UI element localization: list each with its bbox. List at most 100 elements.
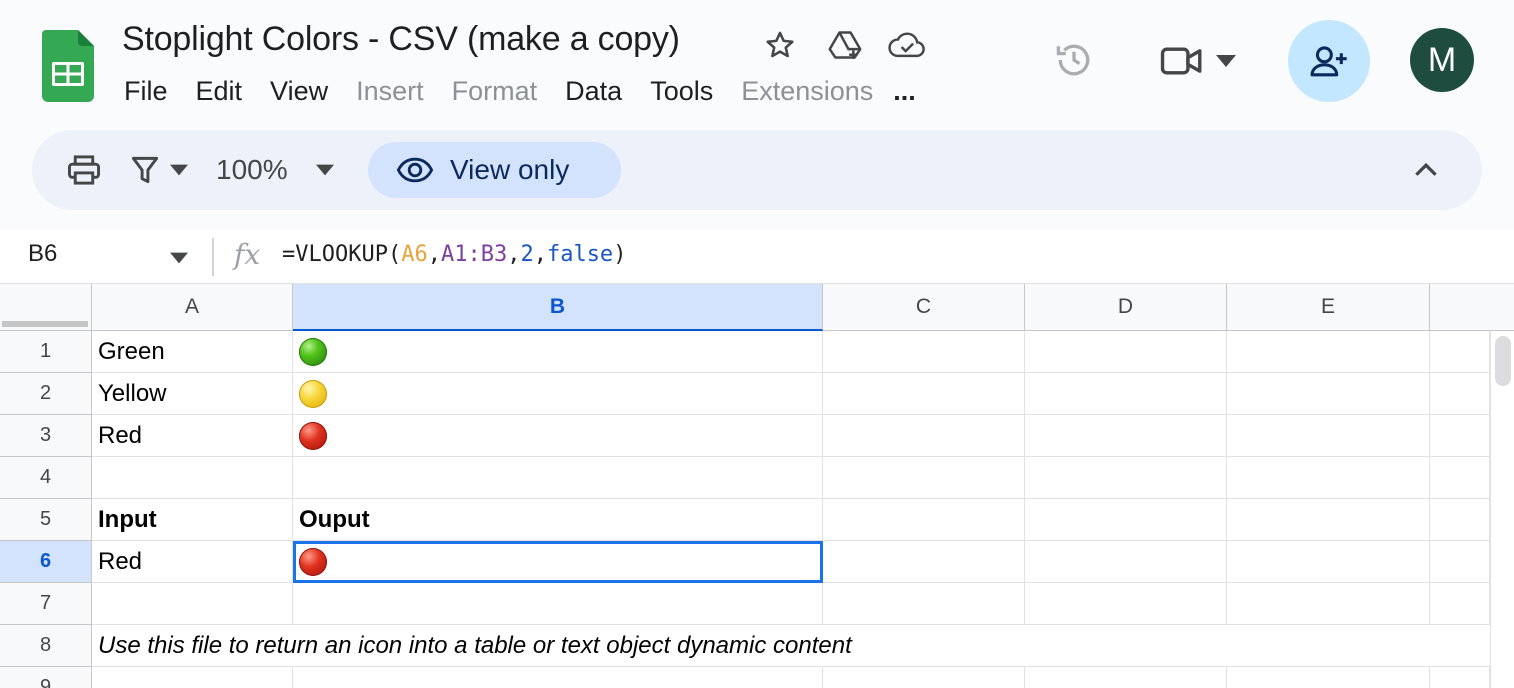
formula-part: A6 [401,242,428,267]
menu-edit[interactable]: Edit [182,76,257,107]
zoom-select[interactable]: 100% [216,150,334,190]
row-header-5[interactable]: 5 [0,499,92,541]
cell-e4[interactable] [1227,457,1430,499]
document-title[interactable]: Stoplight Colors - CSV (make a copy) [122,20,680,59]
row-header-7[interactable]: 7 [0,583,92,625]
scrollbar-header-spacer [1490,284,1514,331]
cell-e6[interactable] [1227,541,1430,583]
row-header-9[interactable]: 9 [0,667,92,688]
cell-e1[interactable] [1227,331,1430,373]
menu-data[interactable]: Data [551,76,636,107]
cell-d1[interactable] [1025,331,1227,373]
cell-d9[interactable] [1025,667,1227,688]
column-header-b[interactable]: B [293,284,823,331]
cell-b2[interactable] [293,373,823,415]
cell-d2[interactable] [1025,373,1227,415]
formula-part: , [507,242,521,267]
row-header-2[interactable]: 2 [0,373,92,415]
select-all-corner[interactable] [0,284,92,331]
cell-e5[interactable] [1227,499,1430,541]
column-header-e[interactable]: E [1227,284,1430,331]
cell-d4[interactable] [1025,457,1227,499]
cell-b1[interactable] [293,331,823,373]
column-header-d[interactable]: D [1025,284,1227,331]
cloud-saved-icon[interactable] [888,26,926,64]
formula-part: ) [613,242,627,267]
menu-view[interactable]: View [256,76,342,107]
cell-a4[interactable] [92,457,293,499]
column-header-f[interactable] [1430,284,1490,331]
cell-d7[interactable] [1025,583,1227,625]
cell-c5[interactable] [823,499,1025,541]
cell-c3[interactable] [823,415,1025,457]
cell-a9[interactable] [92,667,293,688]
cell-c9[interactable] [823,667,1025,688]
cell-a1[interactable]: Green [92,331,293,373]
cell-b6[interactable] [293,541,823,583]
cell-f6[interactable] [1430,541,1490,583]
cell-c7[interactable] [823,583,1025,625]
cell-b5[interactable]: Ouput [293,499,823,541]
row-header-8[interactable]: 8 [0,625,92,667]
menu-file[interactable]: File [110,76,182,107]
share-button[interactable] [1288,20,1370,102]
cell-a3[interactable]: Red [92,415,293,457]
cell-b9[interactable] [293,667,823,688]
toolbar: 100% View only [32,130,1482,210]
cell-c1[interactable] [823,331,1025,373]
cell-f5[interactable] [1430,499,1490,541]
cell-d5[interactable] [1025,499,1227,541]
row-header-4[interactable]: 4 [0,457,92,499]
menu-more[interactable]: ... [887,76,922,107]
formula-input[interactable]: =VLOOKUP(A6,A1:B3,2,false) [282,242,626,267]
cell-c4[interactable] [823,457,1025,499]
cell-b3[interactable] [293,415,823,457]
scrollbar-thumb[interactable] [1495,336,1511,386]
row-header-3[interactable]: 3 [0,415,92,457]
cell-f7[interactable] [1430,583,1490,625]
cell-f2[interactable] [1430,373,1490,415]
cell-e3[interactable] [1227,415,1430,457]
cell-a5[interactable]: Input [92,499,293,541]
menu-tools[interactable]: Tools [636,76,727,107]
chevron-down-icon[interactable] [170,252,188,264]
cell-f3[interactable] [1430,415,1490,457]
account-avatar[interactable]: M [1410,28,1474,92]
cell-a8[interactable]: Use this file to return an icon into a t… [92,625,1490,667]
name-box[interactable]: B6 [28,240,57,268]
cell-f9[interactable] [1430,667,1490,688]
column-header-c[interactable]: C [823,284,1025,331]
cell-d3[interactable] [1025,415,1227,457]
menu-format[interactable]: Format [438,76,552,107]
view-only-button[interactable]: View only [368,142,621,198]
cell-b4[interactable] [293,457,823,499]
cell-c6[interactable] [823,541,1025,583]
cell-b7[interactable] [293,583,823,625]
row-header-1[interactable]: 1 [0,331,92,373]
cell-f4[interactable] [1430,457,1490,499]
chevron-down-icon [1216,55,1236,67]
cell-d6[interactable] [1025,541,1227,583]
menu-bar: File Edit View Insert Format Data Tools … [110,72,922,110]
filter-icon [131,156,159,184]
sheets-logo-icon[interactable] [42,30,94,102]
cell-e7[interactable] [1227,583,1430,625]
column-header-a[interactable]: A [92,284,293,331]
collapse-toolbar-icon[interactable] [1408,154,1444,186]
menu-extensions[interactable]: Extensions [727,76,887,107]
meet-button[interactable] [1160,38,1250,84]
print-icon[interactable] [66,150,102,190]
cell-c2[interactable] [823,373,1025,415]
menu-insert[interactable]: Insert [342,76,438,107]
cell-a6[interactable]: Red [92,541,293,583]
cell-e2[interactable] [1227,373,1430,415]
move-to-drive-icon[interactable] [826,26,864,64]
cell-a2[interactable]: Yellow [92,373,293,415]
cell-f1[interactable] [1430,331,1490,373]
cell-e9[interactable] [1227,667,1430,688]
row-header-6[interactable]: 6 [0,541,92,583]
cell-a7[interactable] [92,583,293,625]
filter-button[interactable] [130,150,188,190]
star-icon[interactable] [761,26,799,64]
version-history-icon[interactable] [1048,34,1100,86]
